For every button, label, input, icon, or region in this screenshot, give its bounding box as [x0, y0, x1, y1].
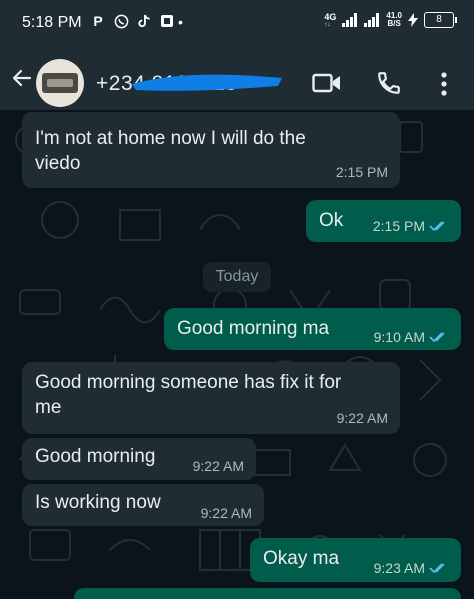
message-meta: 2:15 PM — [336, 165, 388, 179]
status-indicators: 4G ↑↓ 41.0 B/S 8 — [324, 11, 457, 28]
avatar[interactable] — [36, 59, 84, 107]
message-text: Okay ma — [263, 548, 340, 569]
app-p-icon: P — [93, 13, 103, 29]
read-ticks-icon — [429, 221, 445, 232]
message-time: 2:15 PM — [372, 218, 425, 234]
video-call-icon[interactable] — [312, 72, 342, 94]
status-time: 5:18 PM — [22, 14, 82, 31]
status-app-icons: P — [90, 13, 175, 29]
network-type: 4G ↑↓ — [324, 11, 337, 28]
message-bubble-incoming[interactable]: Good morning someone has fix it for me 9… — [22, 362, 400, 434]
charging-icon — [408, 13, 418, 27]
signal-icon-2 — [364, 13, 380, 27]
message-meta: 2:15 PM — [373, 219, 449, 233]
avatar-image — [42, 73, 78, 93]
message-text: I'm not at home now I will do the viedo — [35, 128, 306, 174]
chat-screen: 5:18 PM P • 4G ↑↓ 41.0 B/S 8 +234 I'm no… — [0, 0, 474, 599]
message-time: 9:22 AM — [200, 505, 252, 521]
message-meta: 9:22 AM — [201, 506, 252, 520]
message-meta: 9:22 AM — [337, 411, 388, 425]
message-time: 2:15 PM — [335, 164, 388, 180]
read-ticks-icon — [429, 563, 445, 574]
message-bubble-incoming[interactable]: Good morning 9:22 AM — [22, 438, 256, 480]
message-text: Is working now — [35, 492, 161, 513]
whatsapp-icon — [113, 13, 129, 29]
message-time: 9:10 AM — [373, 329, 425, 345]
message-bubble-outgoing[interactable]: Okay ma 9:23 AM — [250, 538, 461, 582]
network-speed: 41.0 B/S — [386, 11, 402, 28]
message-time: 9:23 AM — [373, 560, 425, 576]
message-text: Good morning someone has fix it for me — [35, 372, 342, 418]
status-bar: 5:18 PM P • 4G ↑↓ 41.0 B/S 8 — [0, 0, 474, 44]
message-text: Ok — [319, 210, 344, 231]
date-divider: Today — [203, 262, 271, 292]
message-meta: 9:22 AM — [193, 459, 244, 473]
signal-icon — [342, 13, 358, 27]
battery-indicator: 8 — [424, 12, 457, 28]
message-time: 9:22 AM — [336, 410, 388, 426]
message-meta: 9:23 AM — [374, 561, 449, 575]
read-ticks-icon — [429, 332, 445, 343]
message-bubble-incoming[interactable]: I'm not at home now I will do the viedo … — [22, 112, 400, 188]
office-icon — [159, 13, 175, 29]
message-bubble-outgoing-partial[interactable] — [74, 588, 461, 599]
notification-dot: • — [178, 14, 183, 30]
message-bubble-outgoing[interactable]: Good morning ma 9:10 AM — [164, 308, 461, 350]
voice-call-icon[interactable] — [376, 70, 402, 96]
tiktok-icon — [136, 13, 152, 29]
message-bubble-incoming[interactable]: Is working now 9:22 AM — [22, 484, 264, 526]
more-vert-icon[interactable] — [434, 70, 454, 98]
back-arrow-icon[interactable] — [10, 66, 34, 90]
message-text: Good morning ma — [177, 318, 330, 339]
message-time: 9:22 AM — [192, 458, 244, 474]
chat-header: +234 813 5 15 — [0, 44, 474, 110]
message-meta: 9:10 AM — [374, 330, 449, 344]
message-bubble-outgoing[interactable]: Ok 2:15 PM — [306, 200, 461, 242]
redaction-scribble — [132, 74, 282, 91]
message-text: Good morning — [35, 446, 156, 467]
